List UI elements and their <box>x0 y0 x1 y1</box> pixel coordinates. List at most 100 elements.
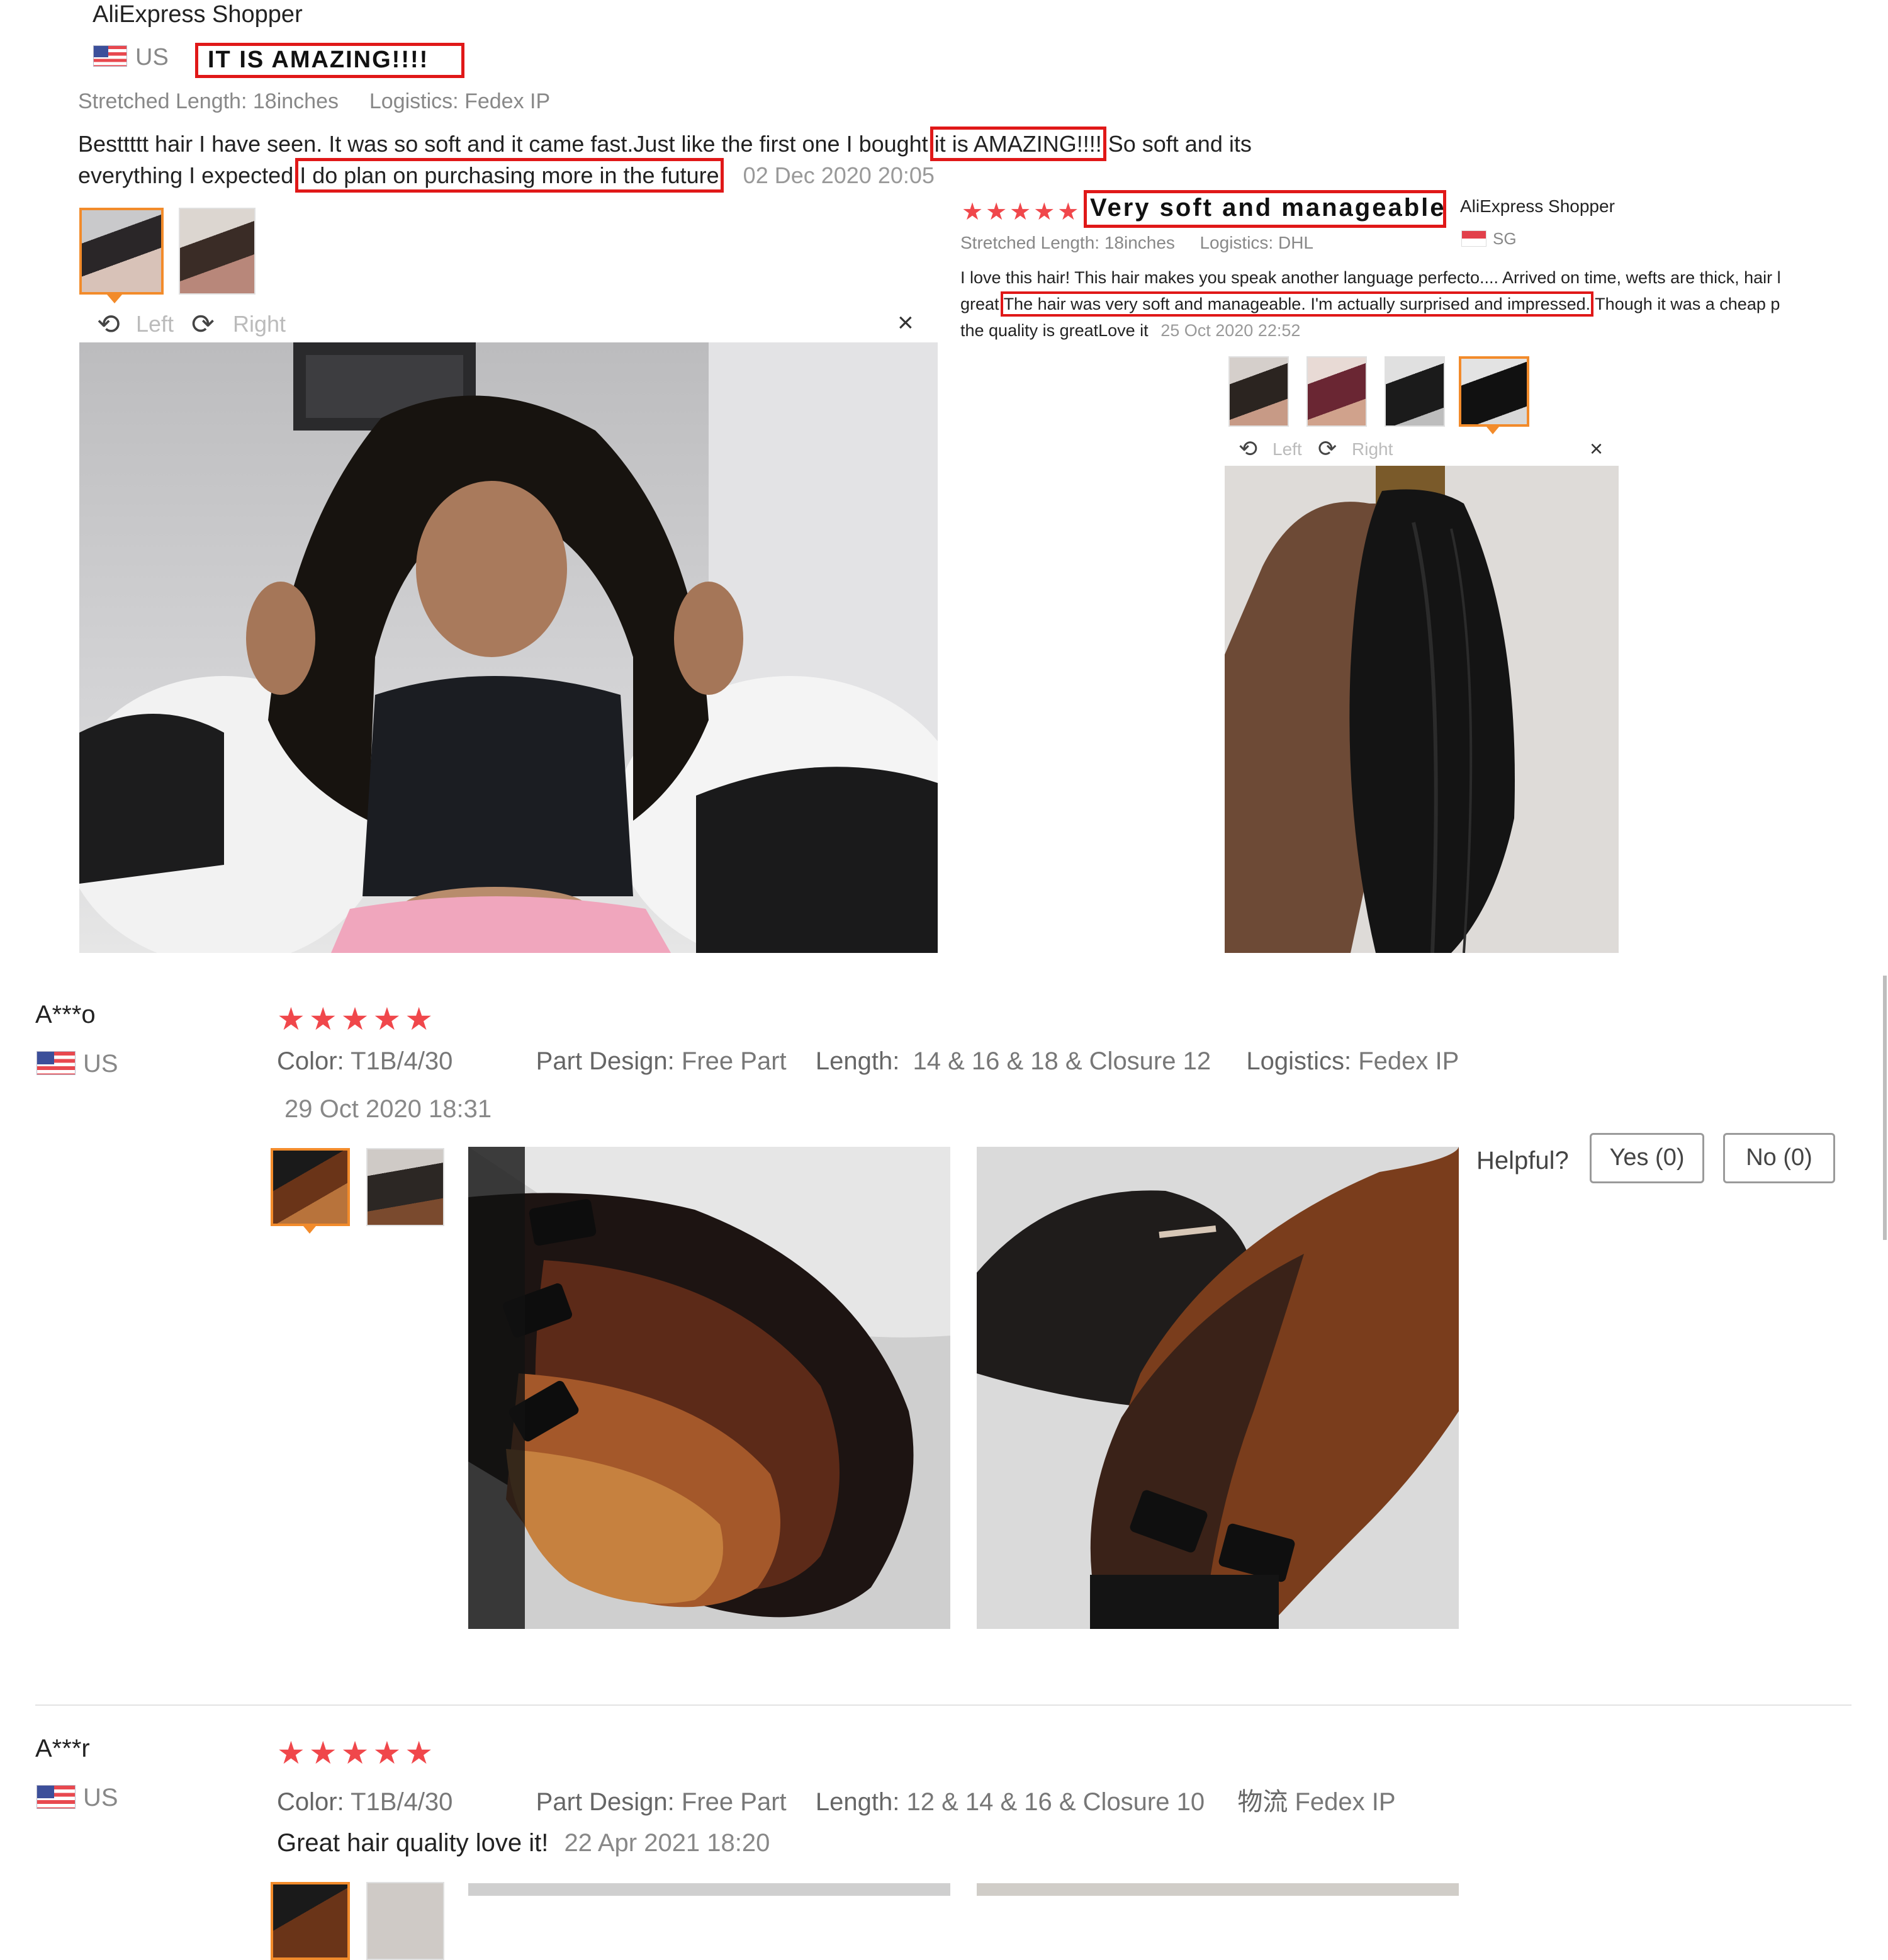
review-divider <box>35 1704 1851 1706</box>
image-viewer-toolbar: ⟲ Left ⟳ Right × <box>1225 434 1619 466</box>
review-headline: Very soft and manageable <box>1090 194 1446 222</box>
review-thumbnail[interactable] <box>1306 356 1367 427</box>
logistics-value: DHL <box>1278 233 1313 252</box>
helpful-label: Helpful? <box>1476 1147 1569 1174</box>
rotate-left-icon[interactable]: ⟲ <box>1239 436 1257 462</box>
closure-bundles-illustration <box>977 1147 1459 1629</box>
helpful-yes-button[interactable]: Yes (0) <box>1590 1133 1704 1183</box>
rotate-left-label[interactable]: Left <box>1273 439 1302 459</box>
logistics-label: Logistics: <box>1246 1047 1352 1075</box>
rotate-right-icon[interactable]: ⟳ <box>191 308 215 341</box>
close-icon[interactable]: × <box>1590 436 1603 462</box>
review-text: So soft and its <box>1101 131 1252 157</box>
highlighted-text: The hair was very soft and manageable. I… <box>1000 291 1594 317</box>
rotate-right-label[interactable]: Right <box>233 311 286 337</box>
review-photo-ombre-bundles <box>468 1147 950 1629</box>
reviewer-name: A***o <box>35 1001 96 1028</box>
review-text-line-2: everything I expected.I do plan on purch… <box>78 158 935 193</box>
rotate-right-label[interactable]: Right <box>1352 439 1393 459</box>
color-label: Color: <box>277 1047 344 1075</box>
review-text: Besttttt hair I have seen. It was so sof… <box>78 131 935 157</box>
star-rating: ★★★★★ <box>277 1735 437 1771</box>
review-thumbnail[interactable] <box>271 1882 350 1960</box>
part-design-value: Free Part <box>681 1788 787 1816</box>
star-rating: ★★★★★ <box>962 199 1082 225</box>
part-design-value: Free Part <box>681 1047 787 1075</box>
review-thumbnail[interactable] <box>366 1148 444 1226</box>
helpful-no-button[interactable]: No (0) <box>1723 1133 1835 1183</box>
review-date: 25 Oct 2020 22:52 <box>1160 321 1301 340</box>
review-text: . <box>719 162 726 188</box>
review-photo <box>468 1883 950 1896</box>
review-text: Great hair quality love it! <box>277 1829 549 1857</box>
logistics-value: Fedex IP <box>464 89 551 113</box>
review-thumbnail[interactable] <box>1459 356 1529 427</box>
close-icon[interactable]: × <box>897 307 914 339</box>
length-label: Length: <box>815 1788 900 1816</box>
review-thumbnail[interactable] <box>271 1148 350 1226</box>
reviewer-name: AliExpress Shopper <box>93 1 303 28</box>
rotate-left-label[interactable]: Left <box>136 311 174 337</box>
reviewer-country: SG <box>1493 229 1517 248</box>
review-text-line-3: the quality is greatLove it 25 Oct 2020 … <box>960 321 1300 341</box>
rotate-right-icon[interactable]: ⟳ <box>1318 436 1337 462</box>
length-value: 12 & 14 & 16 & Closure 10 <box>906 1788 1205 1816</box>
selected-indicator <box>107 295 122 303</box>
reviewer-name: A***r <box>35 1735 90 1762</box>
ombre-bundles-illustration <box>468 1147 950 1629</box>
image-viewer-toolbar: ⟲ Left ⟳ Right × <box>79 305 938 343</box>
review-photo <box>977 1883 1459 1896</box>
reviewer-country: US <box>135 44 169 70</box>
highlighted-text: it is AMAZING!!!! <box>930 127 1106 161</box>
length-label: Length: <box>815 1047 900 1075</box>
review-thumbnail[interactable] <box>1385 356 1445 427</box>
logistics-label: Logistics: <box>1200 233 1274 252</box>
stretched-length-value: 18inches <box>1104 233 1175 252</box>
color-value: T1B/4/30 <box>351 1788 453 1816</box>
review-photo-woman <box>79 342 938 953</box>
review-headline: IT IS AMAZING!!!! <box>208 47 429 73</box>
scrollbar[interactable] <box>1883 976 1887 1240</box>
review-thumbnail[interactable] <box>366 1882 444 1960</box>
review-text-line-1: Besttttt hair I have seen. It was so sof… <box>78 127 1252 161</box>
review-thumbnail[interactable] <box>179 208 256 295</box>
length-value: 14 & 16 & 18 & Closure 12 <box>913 1047 1211 1075</box>
review-text: great <box>960 295 1004 313</box>
woman-photo-illustration <box>79 342 938 953</box>
review-text-line-2: great The hair was very soft and managea… <box>960 291 1780 317</box>
highlighted-text: I do plan on purchasing more in the futu… <box>295 158 724 193</box>
review-attributes: Color: T1B/4/30 Part Design: Free Part L… <box>277 1781 1396 1818</box>
reviewer-name: AliExpress Shopper <box>1460 196 1615 216</box>
reviewer-country: US <box>83 1784 118 1811</box>
sg-flag-icon <box>1461 230 1486 247</box>
stretched-length-label: Stretched Length: <box>960 233 1100 252</box>
logistics-label: 物流 <box>1237 1788 1288 1816</box>
star-rating: ★★★★★ <box>277 1001 437 1037</box>
logistics-label: Logistics: <box>369 89 459 113</box>
review-attributes: Color: T1B/4/30 Part Design: Free Part L… <box>277 1047 1459 1076</box>
review-text-line-1: I love this hair! This hair makes you sp… <box>960 268 1781 287</box>
review-date: 29 Oct 2020 18:31 <box>284 1095 492 1123</box>
review-photo-closure-bundles <box>977 1147 1459 1629</box>
us-flag-icon <box>37 1785 76 1809</box>
rotate-left-icon[interactable]: ⟲ <box>97 308 120 341</box>
color-value: T1B/4/30 <box>351 1047 453 1075</box>
review-attributes: Stretched Length: 18inches Logistics: DH… <box>960 233 1313 253</box>
selected-indicator <box>1486 427 1499 434</box>
review-date: 22 Apr 2021 18:20 <box>564 1829 770 1857</box>
review-text: the quality is greatLove it <box>960 321 1149 340</box>
stretched-length-label: Stretched Length: <box>78 89 247 113</box>
review-thumbnail[interactable] <box>1228 356 1289 427</box>
part-design-label: Part Design: <box>536 1788 675 1816</box>
review-text-line: Great hair quality love it! 22 Apr 2021 … <box>277 1829 770 1857</box>
part-design-label: Part Design: <box>536 1047 675 1075</box>
review-thumbnail[interactable] <box>79 208 164 295</box>
us-flag-icon <box>37 1051 76 1075</box>
review-photo-hair-bundle <box>1225 466 1619 953</box>
reviewer-country: US <box>83 1050 118 1078</box>
stretched-length-value: 18inches <box>252 89 339 113</box>
review-text: everything I expected. <box>78 162 300 188</box>
logistics-value: Fedex IP <box>1295 1788 1396 1816</box>
hair-bundle-illustration <box>1225 466 1619 953</box>
review-date: 02 Dec 2020 20:05 <box>743 162 935 188</box>
